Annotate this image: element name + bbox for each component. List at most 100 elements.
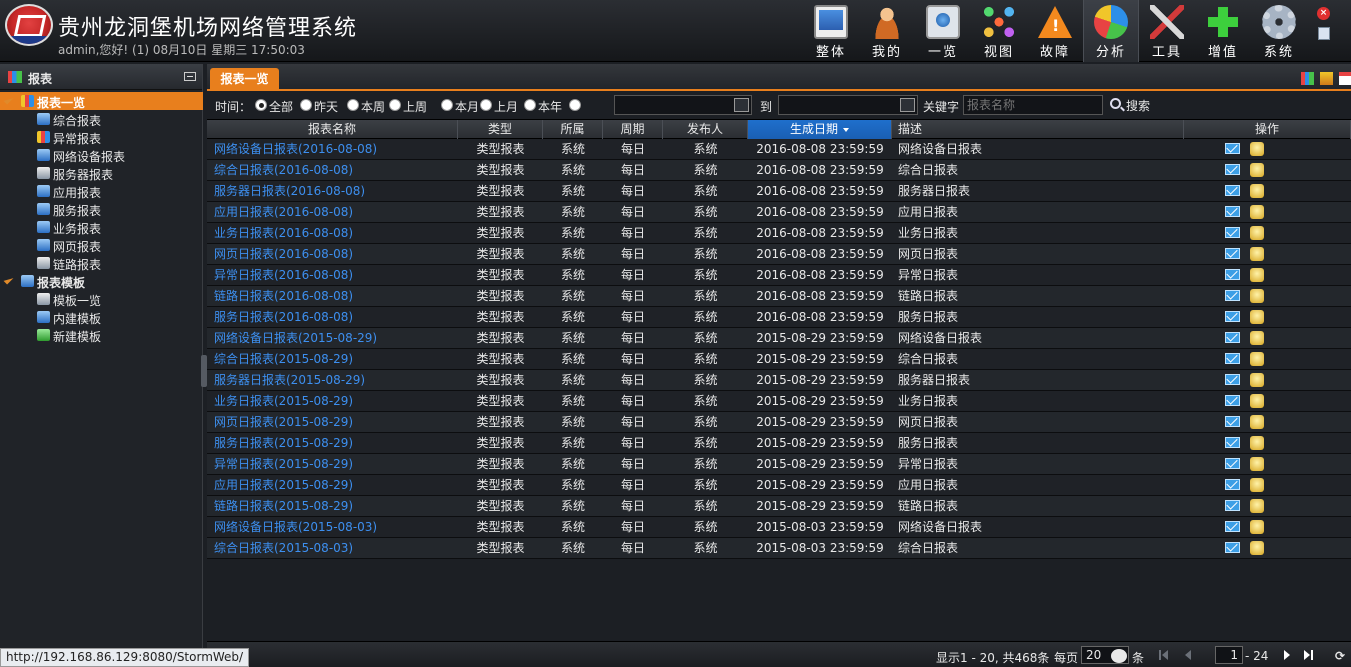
nav-pie-chart[interactable]: 分析 — [1083, 0, 1139, 62]
logout-icon[interactable] — [1318, 27, 1330, 40]
tree-item[interactable]: 网络设备报表 — [0, 146, 203, 164]
calendar-icon[interactable] — [1339, 72, 1351, 85]
prev-page-icon[interactable] — [1185, 650, 1191, 660]
email-icon[interactable] — [1225, 206, 1240, 217]
time-option-label[interactable]: 本月 — [455, 98, 479, 115]
email-icon[interactable] — [1225, 143, 1240, 154]
time-radio[interactable] — [524, 99, 536, 111]
nav-warning[interactable]: 故障 — [1027, 0, 1083, 62]
column-header[interactable]: 操作 — [1184, 120, 1351, 139]
table-row[interactable]: 业务日报表(2016-08-08) 类型报表 系统 每日 系统 2016-08-08 23… — [207, 223, 1351, 244]
nav-topology[interactable]: 视图 — [971, 0, 1027, 62]
report-name-link[interactable]: 服务日报表(2016-08-08) — [214, 307, 458, 327]
tree-item[interactable]: 异常报表 — [0, 128, 203, 146]
nav-list[interactable]: 一览 — [915, 0, 971, 62]
email-icon[interactable] — [1225, 311, 1240, 322]
first-page-arrow-icon[interactable] — [1162, 650, 1168, 660]
keyword-search-input[interactable] — [963, 95, 1103, 115]
download-icon[interactable] — [1250, 163, 1264, 177]
time-option-label[interactable]: 全部 — [269, 98, 293, 115]
last-page-arrow-icon[interactable] — [1304, 650, 1310, 660]
email-icon[interactable] — [1225, 416, 1240, 427]
report-name-link[interactable]: 综合日报表(2015-08-29) — [214, 349, 458, 369]
tree-item[interactable]: 业务报表 — [0, 218, 203, 236]
report-name-link[interactable]: 网络设备日报表(2015-08-03) — [214, 517, 458, 537]
table-row[interactable]: 应用日报表(2015-08-29) 类型报表 系统 每日 系统 2015-08-29 23… — [207, 475, 1351, 496]
download-icon[interactable] — [1250, 457, 1264, 471]
nav-plus[interactable]: 增值 — [1195, 0, 1251, 62]
email-icon[interactable] — [1225, 164, 1240, 175]
tree-item[interactable]: 模板一览 — [0, 290, 203, 308]
column-header[interactable]: 所属 — [543, 120, 603, 139]
download-icon[interactable] — [1250, 436, 1264, 450]
download-icon[interactable] — [1250, 352, 1264, 366]
email-icon[interactable] — [1225, 185, 1240, 196]
table-row[interactable]: 网页日报表(2015-08-29) 类型报表 系统 每日 系统 2015-08-29 23… — [207, 412, 1351, 433]
download-icon[interactable] — [1250, 184, 1264, 198]
table-row[interactable]: 异常日报表(2015-08-29) 类型报表 系统 每日 系统 2015-08-29 23… — [207, 454, 1351, 475]
tab-report-overview[interactable]: 报表一览 — [210, 68, 279, 91]
expand-arrow-icon[interactable] — [3, 94, 14, 105]
download-icon[interactable] — [1250, 541, 1264, 555]
time-option-label[interactable]: 本周 — [361, 98, 385, 115]
download-icon[interactable] — [1250, 226, 1264, 240]
report-name-link[interactable]: 应用日报表(2015-08-29) — [214, 475, 458, 495]
time-radio[interactable] — [389, 99, 401, 111]
end-date-input[interactable] — [778, 95, 918, 115]
report-name-link[interactable]: 异常日报表(2016-08-08) — [214, 265, 458, 285]
tree-folder[interactable]: 报表一览 — [0, 92, 203, 110]
report-name-link[interactable]: 网页日报表(2016-08-08) — [214, 244, 458, 264]
table-row[interactable]: 链路日报表(2016-08-08) 类型报表 系统 每日 系统 2016-08-08 23… — [207, 286, 1351, 307]
tree-item[interactable]: 内建模板 — [0, 308, 203, 326]
tree-item[interactable]: 应用报表 — [0, 182, 203, 200]
download-icon[interactable] — [1250, 373, 1264, 387]
email-icon[interactable] — [1225, 437, 1240, 448]
download-icon[interactable] — [1250, 478, 1264, 492]
download-icon[interactable] — [1250, 142, 1264, 156]
table-row[interactable]: 网络设备日报表(2015-08-29) 类型报表 系统 每日 系统 2015-08-29 … — [207, 328, 1351, 349]
expand-arrow-icon[interactable] — [3, 274, 14, 285]
tree-item[interactable]: 服务报表 — [0, 200, 203, 218]
report-name-link[interactable]: 业务日报表(2015-08-29) — [214, 391, 458, 411]
time-radio[interactable] — [255, 99, 267, 111]
time-radio[interactable] — [441, 99, 453, 111]
table-row[interactable]: 综合日报表(2015-08-29) 类型报表 系统 每日 系统 2015-08-29 23… — [207, 349, 1351, 370]
download-icon[interactable] — [1250, 268, 1264, 282]
email-icon[interactable] — [1225, 353, 1240, 364]
nav-gear[interactable]: 系统 — [1251, 0, 1307, 62]
close-icon[interactable]: × — [1317, 7, 1330, 20]
report-name-link[interactable]: 异常日报表(2015-08-29) — [214, 454, 458, 474]
email-icon[interactable] — [1225, 479, 1240, 490]
time-option-label[interactable]: 上周 — [403, 98, 427, 115]
email-icon[interactable] — [1225, 290, 1240, 301]
column-header[interactable]: 发布人 — [663, 120, 748, 139]
table-row[interactable]: 业务日报表(2015-08-29) 类型报表 系统 每日 系统 2015-08-29 23… — [207, 391, 1351, 412]
table-row[interactable]: 网络设备日报表(2015-08-03) 类型报表 系统 每日 系统 2015-08-03 … — [207, 517, 1351, 538]
column-header[interactable]: 生成日期 — [748, 120, 892, 139]
chart-export-icon[interactable] — [1301, 72, 1314, 85]
column-header[interactable]: 类型 — [458, 120, 543, 139]
chevron-down-icon[interactable] — [1111, 649, 1127, 663]
nav-tools[interactable]: 工具 — [1139, 0, 1195, 62]
report-name-link[interactable]: 网络设备日报表(2015-08-29) — [214, 328, 458, 348]
report-name-link[interactable]: 服务器日报表(2016-08-08) — [214, 181, 458, 201]
download-icon[interactable] — [1250, 247, 1264, 261]
tree-item[interactable]: 服务器报表 — [0, 164, 203, 182]
email-icon[interactable] — [1225, 458, 1240, 469]
image-export-icon[interactable] — [1320, 72, 1333, 85]
download-icon[interactable] — [1250, 289, 1264, 303]
time-radio[interactable] — [569, 99, 581, 111]
download-icon[interactable] — [1250, 394, 1264, 408]
email-icon[interactable] — [1225, 227, 1240, 238]
time-radio[interactable] — [480, 99, 492, 111]
report-name-link[interactable]: 应用日报表(2016-08-08) — [214, 202, 458, 222]
report-name-link[interactable]: 服务器日报表(2015-08-29) — [214, 370, 458, 390]
table-row[interactable]: 服务日报表(2015-08-29) 类型报表 系统 每日 系统 2015-08-29 23… — [207, 433, 1351, 454]
tree-item[interactable]: 链路报表 — [0, 254, 203, 272]
first-page-icon[interactable] — [1159, 650, 1161, 660]
refresh-icon[interactable]: ⟳ — [1335, 649, 1345, 663]
page-number-input[interactable]: 1 — [1215, 646, 1243, 664]
download-icon[interactable] — [1250, 205, 1264, 219]
table-row[interactable]: 综合日报表(2016-08-08) 类型报表 系统 每日 系统 2016-08-08 23… — [207, 160, 1351, 181]
report-name-link[interactable]: 服务日报表(2015-08-29) — [214, 433, 458, 453]
